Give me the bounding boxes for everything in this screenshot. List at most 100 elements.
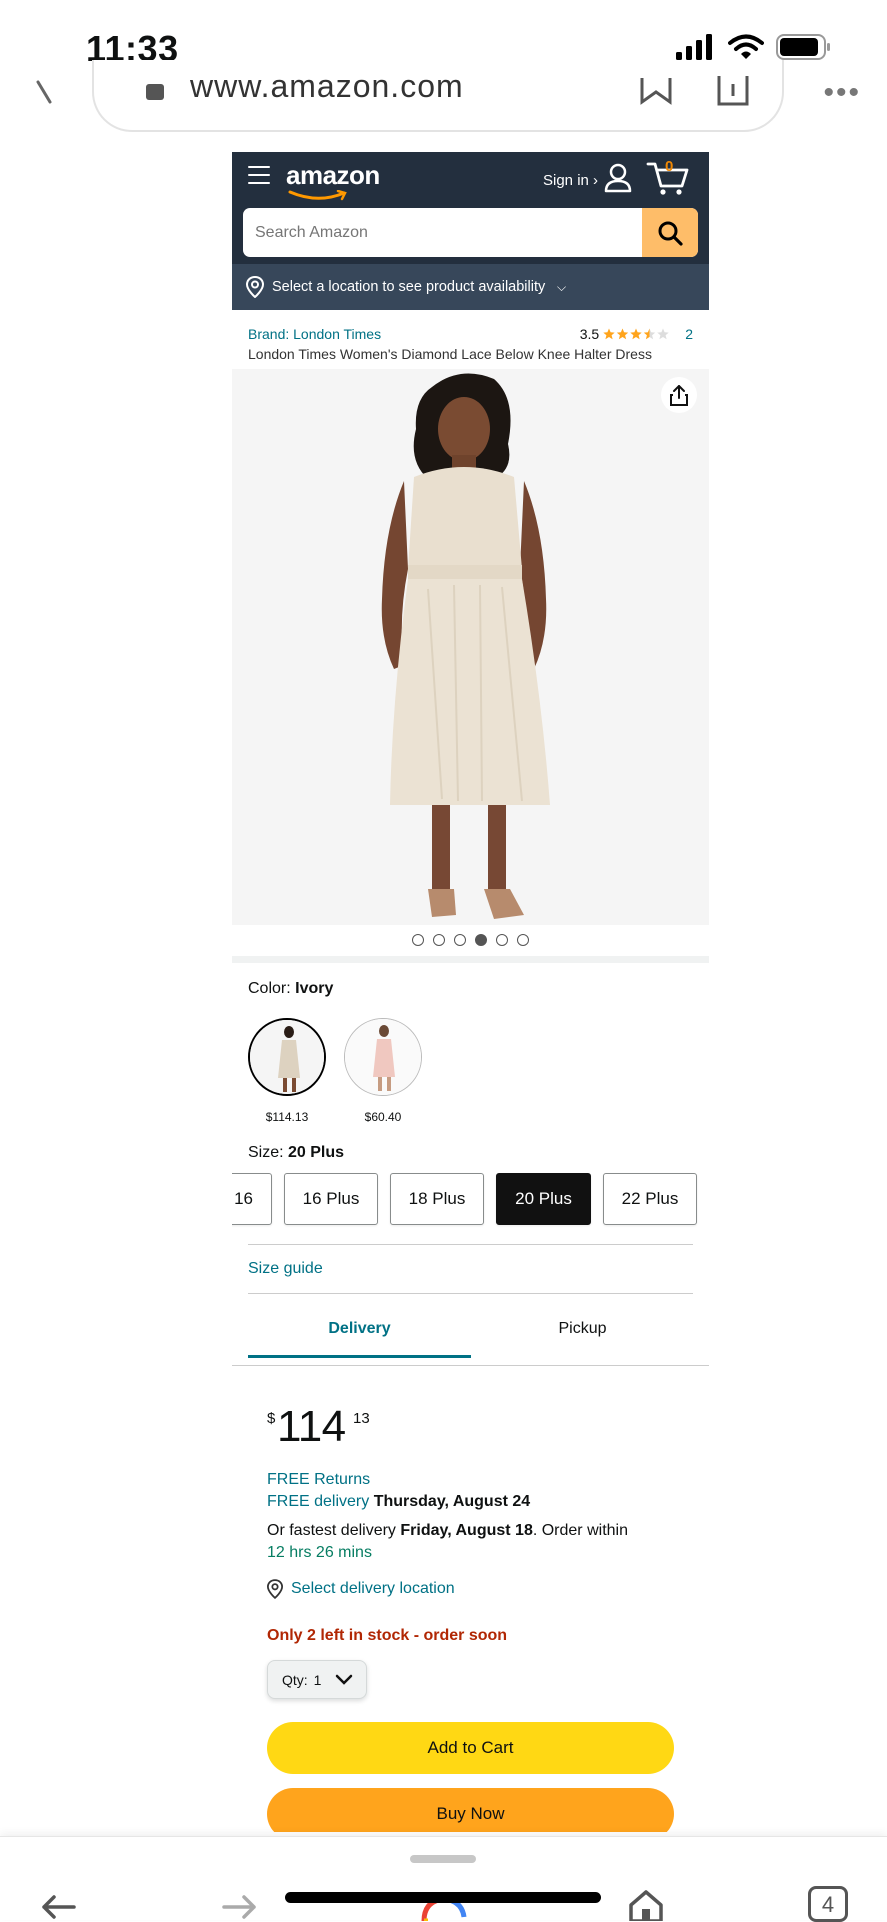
more-icon[interactable]: ••• — [823, 76, 861, 110]
location-pin-icon — [267, 1579, 283, 1599]
cart-count: 0 — [665, 158, 674, 175]
rating[interactable]: 3.5 2 — [580, 326, 693, 342]
lock-icon — [146, 84, 164, 100]
location-prompt[interactable]: Select a location to see product availab… — [272, 279, 545, 295]
chevron-down-icon: ⌵ — [557, 280, 567, 294]
star-1 — [603, 328, 615, 340]
size-option-16-plus[interactable]: 16 Plus — [284, 1173, 378, 1225]
model-in-dress-image — [381, 373, 550, 919]
forward-arrow-icon[interactable] — [222, 1893, 258, 1921]
user-icon[interactable] — [602, 162, 634, 194]
qty-label: Qty: — [282, 1671, 308, 1688]
size-option-22-plus[interactable]: 22 Plus — [603, 1173, 697, 1225]
size-option-20-plus[interactable]: 20 Plus — [496, 1173, 591, 1225]
carousel-dot[interactable] — [412, 934, 424, 946]
price-fraction: 13 — [353, 1410, 370, 1427]
color-price-pink: $60.40 — [364, 1110, 402, 1124]
amazon-logo[interactable]: amazon — [286, 160, 380, 191]
brand-link[interactable]: Brand: London Times — [248, 326, 381, 342]
size-option-16[interactable]: 16 — [232, 1173, 272, 1225]
price-whole: 114 — [277, 1402, 346, 1451]
pink-dress-thumbnail — [345, 1019, 421, 1095]
size-label-prefix: Size: — [248, 1144, 289, 1161]
home-icon[interactable] — [628, 1889, 664, 1921]
url-text[interactable]: www.amazon.com — [190, 68, 464, 105]
free-delivery-link[interactable]: FREE delivery — [267, 1493, 369, 1510]
tabs-underline — [232, 1365, 709, 1366]
back-arrow-icon[interactable] — [40, 1893, 76, 1921]
menu-icon[interactable] — [248, 166, 270, 186]
search-bar — [243, 208, 698, 257]
price-symbol: $ — [267, 1410, 276, 1427]
signin-link[interactable]: Sign in › — [543, 172, 598, 189]
product-image[interactable] — [232, 369, 709, 925]
nav-header: amazon Sign in › 0 Search Amazon Select … — [232, 152, 709, 310]
star-5 — [657, 328, 669, 340]
size-guide-link[interactable]: Size guide — [248, 1260, 323, 1278]
size-options: 16 16 Plus 18 Plus 20 Plus 22 Plus — [232, 1173, 709, 1225]
add-to-cart-button[interactable]: Add to Cart — [267, 1722, 674, 1774]
image-carousel-dots[interactable] — [232, 934, 709, 946]
tab-delivery[interactable]: Delivery — [248, 1310, 471, 1358]
carousel-dot[interactable] — [517, 934, 529, 946]
bookmark-icon[interactable] — [640, 78, 672, 106]
divider — [248, 1244, 693, 1245]
divider — [248, 1293, 693, 1294]
star-4 — [644, 328, 656, 340]
select-location-label[interactable]: Select delivery location — [291, 1580, 455, 1598]
free-returns-link[interactable]: FREE Returns — [267, 1471, 370, 1489]
share-icon — [670, 385, 688, 406]
url-bar[interactable]: www.amazon.com — [92, 60, 784, 132]
star-rating-icon — [603, 328, 669, 340]
fastest-prefix: Or fastest delivery — [267, 1522, 401, 1539]
fastest-delivery: Or fastest delivery Friday, August 18. O… — [267, 1520, 687, 1564]
color-label: Color: Ivory — [248, 980, 333, 998]
free-delivery: FREE delivery Thursday, August 24 — [267, 1493, 530, 1511]
status-icons — [676, 34, 832, 60]
size-label: Size: 20 Plus — [248, 1144, 344, 1162]
home-indicator — [285, 1892, 601, 1903]
page-frame: amazon Sign in › 0 Search Amazon Select … — [232, 152, 709, 1832]
search-button[interactable] — [642, 208, 698, 257]
brand-row: Brand: London Times 3.5 2 — [248, 326, 693, 346]
color-swatch-ivory[interactable] — [248, 1018, 326, 1096]
selected-size: 20 Plus — [288, 1144, 345, 1161]
section-divider — [232, 956, 709, 963]
rating-value: 3.5 — [579, 326, 600, 342]
color-price-ivory: $114.13 — [265, 1110, 309, 1124]
star-2 — [617, 328, 629, 340]
qty-value: 1 — [313, 1671, 322, 1688]
buy-now-button[interactable]: Buy Now — [267, 1788, 674, 1832]
delivery-date: Thursday, August 24 — [373, 1493, 531, 1510]
carousel-dot[interactable] — [454, 934, 466, 946]
location-bar[interactable]: Select a location to see product availab… — [232, 264, 709, 310]
tabs-count-button[interactable]: 4 — [808, 1886, 848, 1922]
ivory-dress-thumbnail — [250, 1020, 324, 1094]
cellular-signal-icon — [676, 34, 712, 60]
nav-top: amazon Sign in › 0 — [232, 152, 709, 206]
carousel-dot[interactable] — [475, 934, 487, 946]
quantity-dropdown[interactable]: Qty: 1 — [267, 1660, 367, 1699]
back-partial-icon — [36, 80, 52, 104]
search-icon — [658, 221, 683, 246]
share-icon[interactable] — [716, 76, 750, 108]
color-swatch-pink[interactable] — [344, 1018, 422, 1096]
order-within: . Order within — [532, 1522, 628, 1539]
battery-icon — [776, 34, 830, 60]
stock-status: Only 2 left in stock - order soon — [267, 1627, 508, 1644]
share-button[interactable] — [661, 377, 697, 413]
select-delivery-location[interactable]: Select delivery location — [267, 1579, 455, 1599]
wifi-icon — [728, 34, 764, 59]
carousel-dot[interactable] — [496, 934, 508, 946]
delivery-countdown: 12 hrs 26 mins — [267, 1544, 372, 1561]
carousel-dot[interactable] — [433, 934, 445, 946]
search-input[interactable] — [243, 208, 643, 257]
amazon-smile-icon — [288, 190, 347, 201]
fastest-date: Friday, August 18 — [400, 1522, 533, 1539]
tab-pickup[interactable]: Pickup — [471, 1310, 694, 1358]
size-option-18-plus[interactable]: 18 Plus — [390, 1173, 484, 1225]
location-pin-icon — [246, 276, 264, 298]
sheet-grabber[interactable] — [410, 1855, 476, 1863]
rating-count[interactable]: 2 — [685, 326, 693, 342]
product-title: London Times Women's Diamond Lace Below … — [248, 346, 652, 362]
